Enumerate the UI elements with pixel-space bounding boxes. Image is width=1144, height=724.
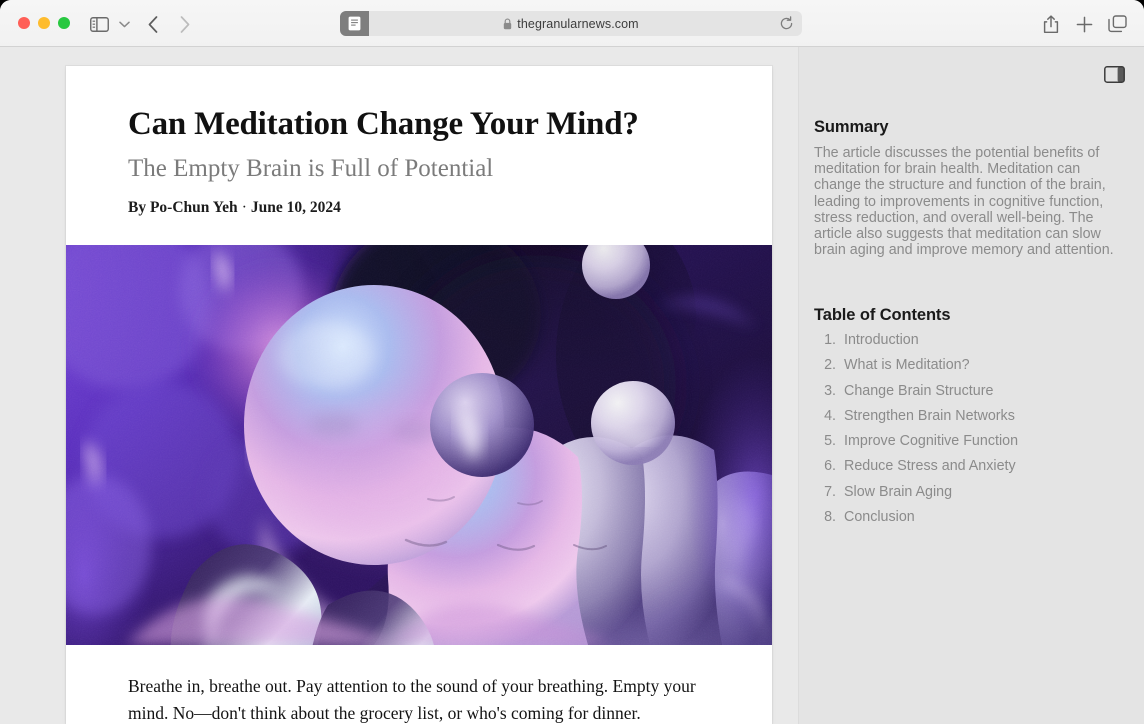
reload-icon[interactable] <box>778 15 795 32</box>
toc-item[interactable]: Slow Brain Aging <box>840 485 1124 499</box>
zoom-window-button[interactable] <box>58 17 70 29</box>
toc-item-label: What is Meditation? <box>844 357 970 374</box>
close-window-button[interactable] <box>18 17 30 29</box>
table-of-contents-section: Table of Contents Introduction What is Me… <box>814 306 1124 535</box>
summary-section: Summary The article discusses the potent… <box>814 118 1114 259</box>
toc-item-label: Conclusion <box>844 509 915 526</box>
article-paragraph: Breathe in, breathe out. Pay attention t… <box>128 676 696 724</box>
tab-overview-icon[interactable] <box>1106 11 1128 37</box>
article-hero-image <box>66 245 772 645</box>
chevron-down-icon[interactable] <box>114 11 134 37</box>
lock-icon <box>503 18 512 30</box>
article-subtitle: The Empty Brain is Full of Potential <box>128 154 494 182</box>
reader-sidebar: Summary The article discusses the potent… <box>799 47 1144 724</box>
summary-heading: Summary <box>814 118 889 136</box>
reader-article-card: Can Meditation Change Your Mind? The Emp… <box>66 66 772 724</box>
summary-text: The article discusses the potential bene… <box>814 145 1114 259</box>
toc-item-label: Reduce Stress and Anxiety <box>844 458 1016 475</box>
toc-item-label: Slow Brain Aging <box>844 483 953 500</box>
reader-mode-icon[interactable] <box>340 11 369 36</box>
toc-item[interactable]: Change Brain Structure <box>840 382 1124 399</box>
byline-date: June 10, 2024 <box>250 198 341 216</box>
toc-item[interactable]: Introduction <box>840 333 1124 347</box>
toc-item[interactable]: Improve Cognitive Function <box>840 434 1124 448</box>
chevron-left-icon[interactable] <box>142 11 164 37</box>
minimize-window-button[interactable] <box>38 17 50 29</box>
toc-item[interactable]: What is Meditation? <box>840 358 1124 372</box>
toc-item-label: Improve Cognitive Function <box>844 433 1019 450</box>
browser-toolbar: thegranularnews.com <box>0 0 1144 47</box>
toc-item[interactable]: Reduce Stress and Anxiety <box>840 459 1124 473</box>
url-display: thegranularnews.com <box>340 11 802 36</box>
address-bar[interactable]: thegranularnews.com <box>340 11 802 36</box>
toc-item-label: Change Brain Structure <box>844 382 994 399</box>
browser-window: thegranularnews.com Can Meditation Chang… <box>0 0 1144 724</box>
sidebar-right-icon[interactable] <box>1102 63 1126 85</box>
page-title: Can Meditation Change Your Mind? <box>128 106 639 142</box>
article-byline: By Po-Chun Yeh · June 10, 2024 <box>128 199 710 217</box>
toc-item[interactable]: Strengthen Brain Networks <box>840 409 1124 423</box>
toc-list: Introduction What is Meditation? Change Br… <box>814 333 1124 524</box>
article-body: Breathe in, breathe out. Pay attention t… <box>66 645 772 724</box>
plus-icon[interactable] <box>1073 11 1095 37</box>
byline-separator: · <box>241 198 247 216</box>
sidebar-icon[interactable] <box>86 11 112 37</box>
toc-heading: Table of Contents <box>814 306 951 324</box>
article-header: Can Meditation Change Your Mind? The Emp… <box>66 66 772 217</box>
toc-item-label: Introduction <box>844 332 919 348</box>
byline-author: By Po-Chun Yeh <box>128 198 238 216</box>
page-content-area: Can Meditation Change Your Mind? The Emp… <box>0 47 1144 724</box>
chevron-right-icon <box>174 11 196 37</box>
url-text: thegranularnews.com <box>517 16 639 31</box>
toc-item-label: Strengthen Brain Networks <box>844 407 1015 424</box>
toc-item[interactable]: Conclusion <box>840 510 1124 524</box>
share-icon[interactable] <box>1040 11 1062 37</box>
